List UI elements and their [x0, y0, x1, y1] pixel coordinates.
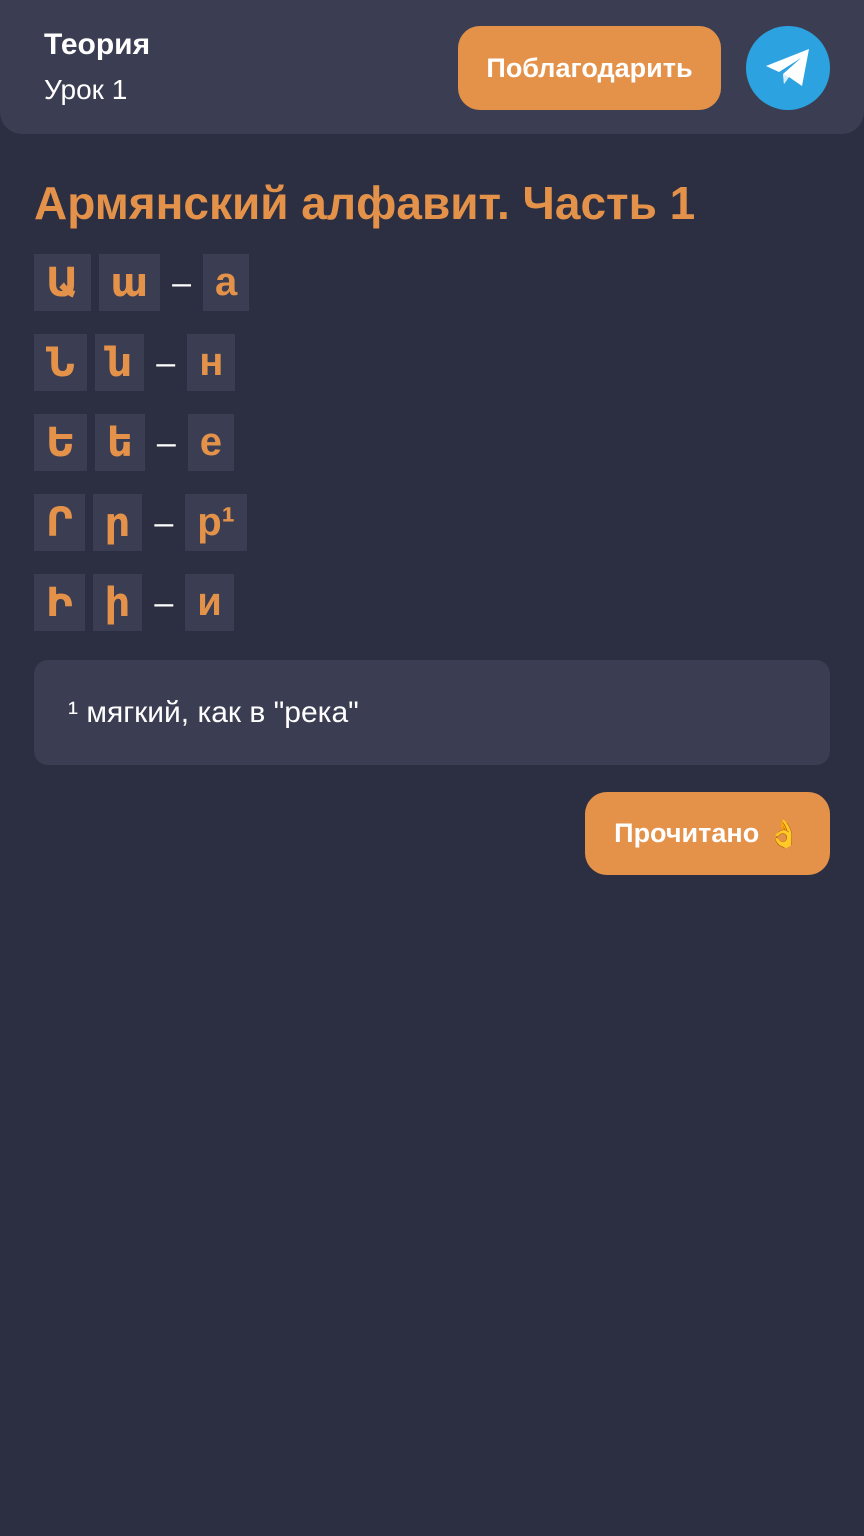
letter-row: Ի ի – и [34, 574, 257, 631]
footnote-text: ¹ мягкий, как в "река" [68, 695, 359, 729]
footnote-box: ¹ мягкий, как в "река" [34, 660, 830, 765]
dash: – [154, 503, 174, 542]
uppercase-letter: Ի [34, 574, 85, 631]
telegram-button[interactable] [746, 26, 830, 110]
lowercase-letter: ի [92, 574, 143, 631]
uppercase-letter: Ա [34, 254, 91, 311]
uppercase-letter: Ն [34, 334, 87, 391]
letter-row: Ր ր – р¹ [34, 494, 257, 551]
dash: – [172, 263, 192, 302]
mark-as-read-button[interactable]: Прочитано 👌 [585, 792, 830, 875]
app-header: Теория Урок 1 Поблагодарить [0, 0, 864, 134]
lowercase-letter: ր [92, 494, 143, 551]
transliteration: и [185, 574, 234, 631]
alphabet-list: Ա ա – а Ն ն – н Ե ե – е Ր ր – р¹ Ի ի – и [34, 254, 257, 654]
lowercase-letter: ա [98, 254, 161, 311]
transliteration: е [187, 414, 235, 471]
telegram-icon [766, 49, 809, 86]
dash: – [156, 343, 176, 382]
dash: – [154, 583, 174, 622]
transliteration: р¹ [185, 494, 248, 551]
letter-row: Ա ա – а [34, 254, 257, 311]
header-title: Теория [44, 28, 151, 61]
read-button-label: Прочитано [614, 818, 760, 848]
uppercase-letter: Ր [34, 494, 85, 551]
lowercase-letter: ե [95, 414, 145, 471]
uppercase-letter: Ե [34, 414, 88, 471]
dash: – [156, 423, 176, 462]
letter-row: Ն ն – н [34, 334, 257, 391]
lowercase-letter: ն [94, 334, 145, 391]
ok-hand-icon: 👌 [767, 818, 801, 849]
thank-button[interactable]: Поблагодарить [458, 26, 721, 110]
lesson-number: Урок 1 [44, 74, 128, 105]
transliteration: а [203, 254, 250, 311]
transliteration: н [187, 334, 236, 391]
lesson-title: Армянский алфавит. Часть 1 [34, 177, 696, 229]
letter-row: Ե ե – е [34, 414, 257, 471]
